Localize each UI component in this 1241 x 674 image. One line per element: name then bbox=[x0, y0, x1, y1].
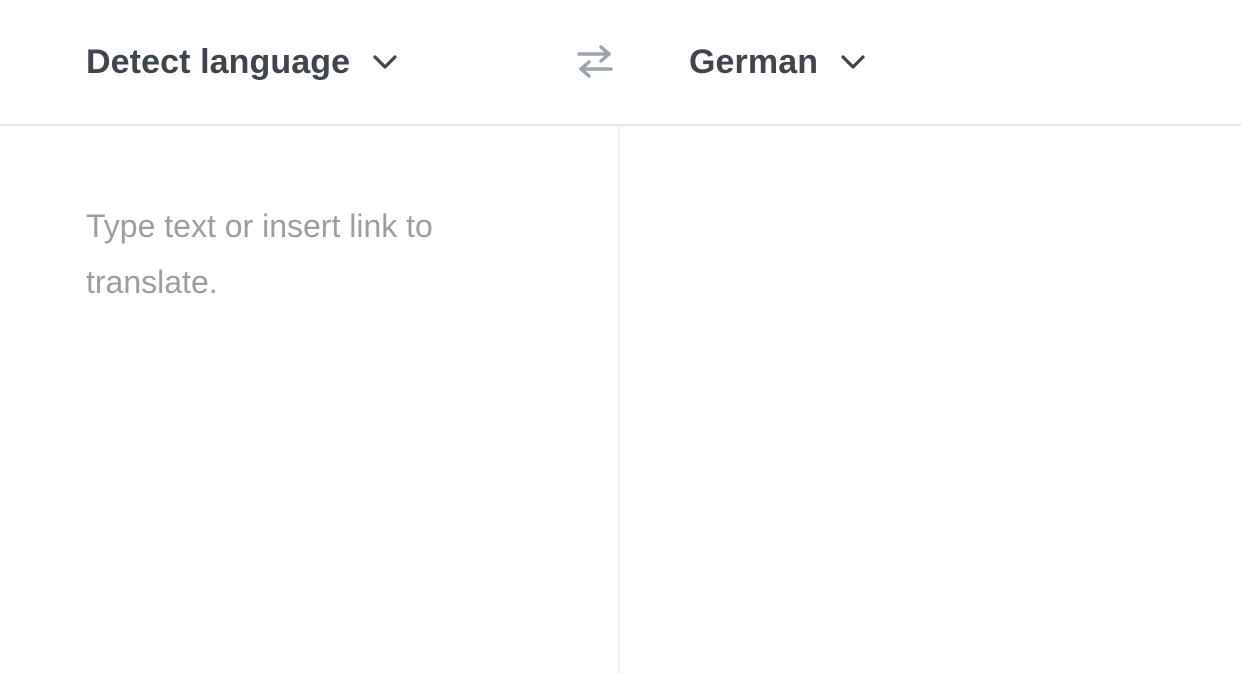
chevron-down-icon bbox=[840, 54, 866, 70]
target-language-label: German bbox=[689, 42, 819, 81]
language-toolbar: Detect language German bbox=[0, 0, 1241, 126]
swap-arrows-icon bbox=[576, 44, 614, 83]
target-language-selector[interactable]: German bbox=[689, 38, 866, 86]
source-text-pane bbox=[0, 126, 618, 674]
chevron-down-icon bbox=[372, 54, 398, 70]
swap-languages-button[interactable] bbox=[572, 40, 618, 86]
source-language-label: Detect language bbox=[86, 42, 351, 81]
translation-output-pane bbox=[620, 126, 1241, 674]
source-language-selector[interactable]: Detect language bbox=[86, 38, 398, 86]
source-text-input[interactable] bbox=[86, 198, 526, 618]
